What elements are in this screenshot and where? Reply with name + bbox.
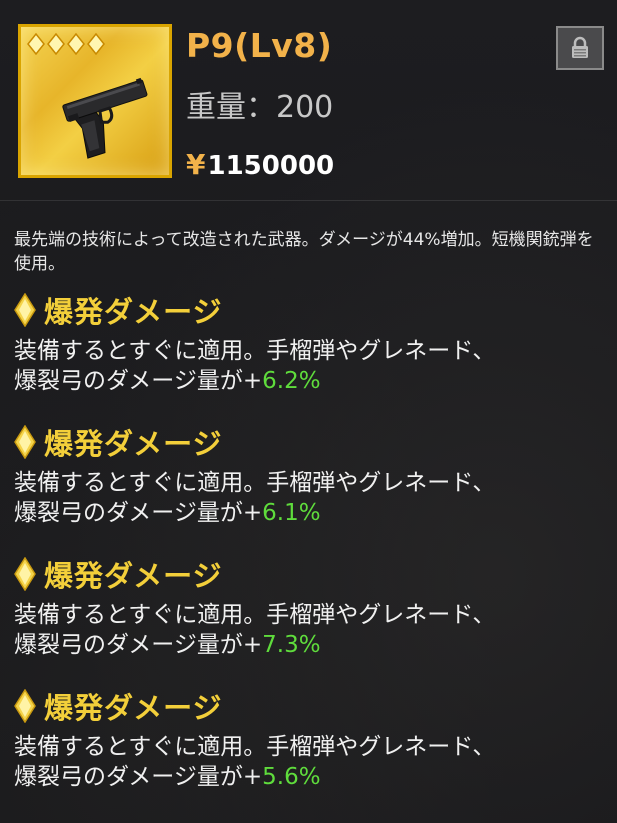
price-value: 1150000 [207,151,335,181]
effect-description: 装備するとすぐに適用。手榴弾やグレネード、 爆裂弓のダメージ量が+7.3% [14,600,614,660]
effect-value: 6.2% [262,368,321,394]
effect-value: 5.6% [262,764,321,790]
diamond-icon [14,425,36,459]
effect-value: 7.3% [262,632,321,658]
lock-button[interactable] [556,26,604,70]
effect-title-text: 爆発ダメージ [44,295,223,329]
item-weight: 重量：200 [186,90,334,125]
item-icon-frame[interactable] [18,24,172,178]
item-description: 最先端の技術によって改造された武器。ダメージが44%増加。短機関銃弾を使用。 [14,230,594,274]
diamond-icon [14,293,36,327]
pistol-icon [62,77,148,159]
rarity-star-icon [47,33,65,55]
effect-title: 爆発ダメージ [14,554,614,594]
effect-block: 爆発ダメージ 装備するとすぐに適用。手榴弾やグレネード、 爆裂弓のダメージ量が+… [14,290,614,396]
item-price: ¥1150000 [186,148,334,181]
effect-title-text: 爆発ダメージ [44,691,223,725]
rarity-star-icon [27,33,45,55]
effect-title-text: 爆発ダメージ [44,559,223,593]
effect-title: 爆発ダメージ [14,422,614,462]
effect-title: 爆発ダメージ [14,290,614,330]
effect-line-1: 装備するとすぐに適用。手榴弾やグレネード、 [14,602,496,628]
effect-line-2: 爆裂弓のダメージ量が+ [14,368,263,394]
rarity-star-icon [87,33,105,55]
effect-block: 爆発ダメージ 装備するとすぐに適用。手榴弾やグレネード、 爆裂弓のダメージ量が+… [14,554,614,660]
effect-line-2: 爆裂弓のダメージ量が+ [14,500,263,526]
effect-line-1: 装備するとすぐに適用。手榴弾やグレネード、 [14,734,496,760]
diamond-icon [14,557,36,591]
rarity-stars [27,33,105,55]
effect-title-text: 爆発ダメージ [44,427,223,461]
effect-description: 装備するとすぐに適用。手榴弾やグレネード、 爆裂弓のダメージ量が+6.2% [14,336,614,396]
item-detail-panel: P9(Lv8) 重量：200 ¥1150000 最先端の技術によって改造された武… [0,0,617,823]
effect-block: 爆発ダメージ 装備するとすぐに適用。手榴弾やグレネード、 爆裂弓のダメージ量が+… [14,686,614,792]
effect-line-1: 装備するとすぐに適用。手榴弾やグレネード、 [14,338,496,364]
item-name: P9(Lv8) [186,26,333,65]
divider [0,200,617,201]
effect-line-2: 爆裂弓のダメージ量が+ [14,632,263,658]
lock-icon [572,36,588,58]
diamond-icon [14,689,36,723]
effect-value: 6.1% [262,500,321,526]
effect-block: 爆発ダメージ 装備するとすぐに適用。手榴弾やグレネード、 爆裂弓のダメージ量が+… [14,422,614,528]
rarity-star-icon [67,33,85,55]
effect-line-1: 装備するとすぐに適用。手榴弾やグレネード、 [14,470,496,496]
effect-description: 装備するとすぐに適用。手榴弾やグレネード、 爆裂弓のダメージ量が+6.1% [14,468,614,528]
effect-line-2: 爆裂弓のダメージ量が+ [14,764,263,790]
effect-description: 装備するとすぐに適用。手榴弾やグレネード、 爆裂弓のダメージ量が+5.6% [14,732,614,792]
currency-symbol: ¥ [186,148,206,181]
effect-title: 爆発ダメージ [14,686,614,726]
